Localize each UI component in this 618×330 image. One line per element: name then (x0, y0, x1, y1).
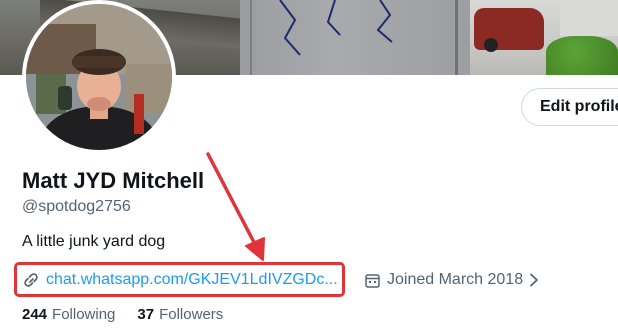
followers-stat[interactable]: 37 Followers (137, 306, 223, 323)
banner-hedge (546, 36, 618, 75)
edit-profile-button[interactable]: Edit profile (521, 88, 618, 126)
followers-count: 37 (137, 306, 155, 323)
profile-avatar[interactable] (22, 0, 176, 154)
link-icon (22, 271, 40, 289)
profile-link[interactable]: chat.whatsapp.com/GKJEV1LdIVZGDc... (46, 271, 338, 289)
profile-stats: 244 Following 37 Followers (22, 306, 245, 323)
following-label: Following (52, 306, 116, 323)
banner-car (474, 8, 544, 52)
banner-sky (560, 0, 618, 36)
profile-link-row[interactable]: chat.whatsapp.com/GKJEV1LdIVZGDc... (22, 270, 338, 290)
following-stat[interactable]: 244 Following (22, 306, 115, 323)
chevron-right-icon[interactable] (529, 273, 539, 287)
following-count: 244 (22, 306, 48, 323)
profile-joined-row[interactable]: Joined March 2018 (364, 270, 539, 290)
profile-bio: A little junk yard dog (22, 233, 166, 250)
banner-shirt (240, 0, 470, 75)
profile-name: Matt JYD Mitchell (22, 168, 205, 193)
followers-label: Followers (159, 306, 224, 323)
calendar-icon (364, 272, 381, 289)
profile-handle: @spotdog2756 (22, 198, 131, 215)
profile-joined-date: Joined March 2018 (387, 271, 524, 288)
